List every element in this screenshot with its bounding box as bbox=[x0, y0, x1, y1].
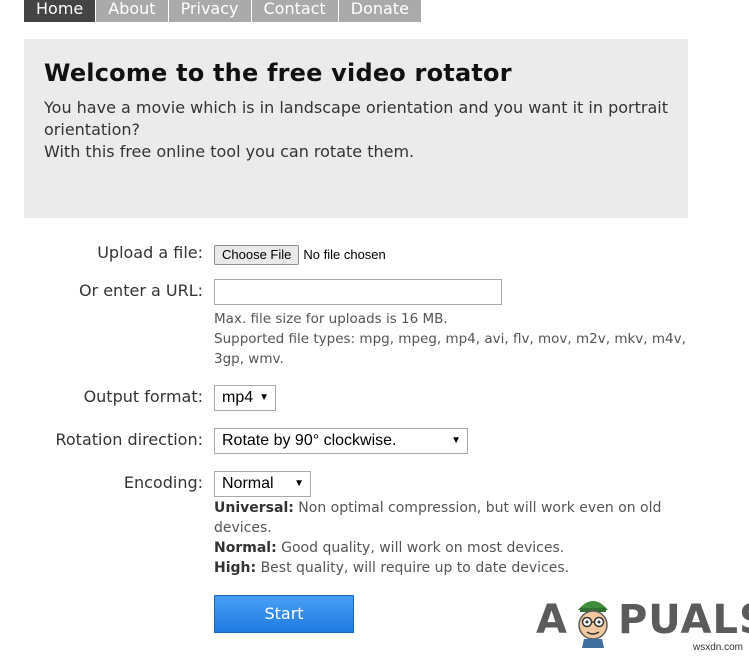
encoding-value: Normal bbox=[222, 475, 274, 492]
hint-max-size: Max. file size for uploads is 16 MB. bbox=[214, 311, 448, 327]
hint-file-types: Supported file types: mpg, mpeg, mp4, av… bbox=[214, 331, 686, 367]
encoding-normal-desc: Normal: Good quality, will work on most … bbox=[214, 538, 694, 558]
rotation-wrap: Rotate by 90° clockwise. ▼ bbox=[214, 428, 468, 454]
dropdown-arrow-icon: ▼ bbox=[259, 392, 269, 403]
url-field-wrap bbox=[214, 279, 502, 305]
site-watermark: wsxdn.com bbox=[692, 642, 743, 653]
logo-text-puals: PUALS bbox=[617, 597, 749, 643]
output-format-label: Output format: bbox=[83, 387, 203, 406]
file-upload: Choose File No file chosen bbox=[214, 244, 386, 265]
rotation-select[interactable]: Rotate by 90° clockwise. ▼ bbox=[214, 428, 468, 454]
dropdown-arrow-icon: ▼ bbox=[451, 435, 461, 446]
rotation-label: Rotation direction: bbox=[55, 430, 203, 449]
page: Home About Privacy Contact Donate Welcom… bbox=[0, 0, 749, 659]
url-input[interactable] bbox=[214, 279, 502, 305]
page-title: Welcome to the free video rotator bbox=[44, 59, 512, 87]
nav-privacy[interactable]: Privacy bbox=[168, 0, 252, 22]
output-format-wrap: mp4 ▼ bbox=[214, 385, 276, 411]
file-status: No file chosen bbox=[303, 247, 386, 262]
welcome-text-2: With this free online tool you can rotat… bbox=[44, 142, 415, 161]
encoding-normal-text: Good quality, will work on most devices. bbox=[281, 540, 565, 556]
encoding-universal-desc: Universal: Non optimal compression, but … bbox=[214, 498, 694, 538]
nav-contact[interactable]: Contact bbox=[251, 0, 339, 22]
appuals-logo: A PUALS bbox=[536, 590, 749, 650]
nav-donate[interactable]: Donate bbox=[338, 0, 422, 22]
rotation-value: Rotate by 90° clockwise. bbox=[222, 432, 397, 449]
encoding-select[interactable]: Normal ▼ bbox=[214, 471, 311, 497]
nav-home[interactable]: Home bbox=[24, 0, 97, 22]
url-label: Or enter a URL: bbox=[78, 281, 203, 300]
top-nav: Home About Privacy Contact Donate bbox=[24, 0, 422, 22]
choose-file-button[interactable]: Choose File bbox=[214, 245, 300, 265]
mascot-face-icon bbox=[577, 601, 608, 648]
encoding-normal-term: Normal: bbox=[214, 540, 277, 556]
output-format-select[interactable]: mp4 ▼ bbox=[214, 385, 276, 411]
dropdown-arrow-icon: ▼ bbox=[294, 478, 304, 489]
start-button[interactable]: Start bbox=[214, 595, 354, 633]
encoding-high-term: High: bbox=[214, 560, 257, 576]
encoding-high-desc: High: Best quality, will require up to d… bbox=[214, 558, 694, 578]
nav-about[interactable]: About bbox=[96, 0, 169, 22]
upload-label: Upload a file: bbox=[97, 243, 203, 262]
encoding-universal-term: Universal: bbox=[214, 500, 294, 516]
encoding-label: Encoding: bbox=[123, 473, 203, 492]
encoding-wrap: Normal ▼ bbox=[214, 471, 311, 497]
encoding-high-text: Best quality, will require up to date de… bbox=[260, 560, 570, 576]
logo-letter-a: A bbox=[536, 597, 568, 643]
welcome-box: Welcome to the free video rotator You ha… bbox=[24, 39, 688, 218]
output-format-value: mp4 bbox=[222, 389, 254, 406]
welcome-text-1: You have a movie which is in landscape o… bbox=[44, 98, 668, 139]
